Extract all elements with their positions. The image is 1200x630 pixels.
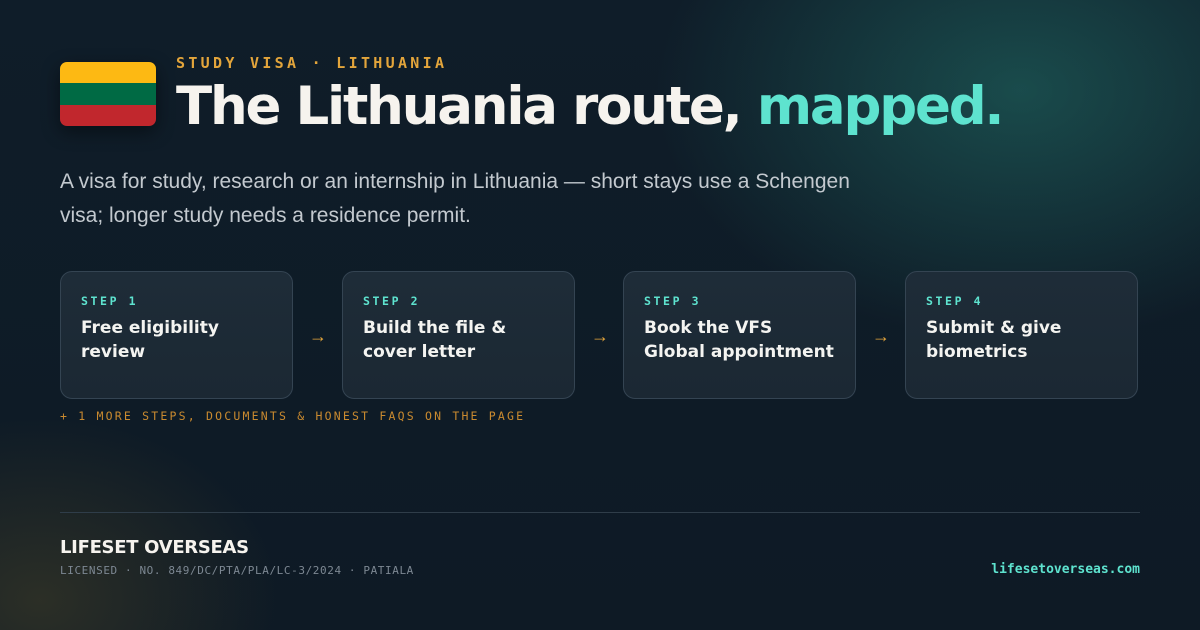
step-number: STEP 4: [926, 294, 984, 308]
step-card-4: STEP 4 Submit & give biometrics: [905, 271, 1138, 399]
step-number: STEP 3: [644, 294, 702, 308]
step-card-1: STEP 1 Free eligibility review: [60, 271, 293, 399]
flag-stripe-green: [60, 83, 156, 105]
step-card-2: STEP 2 Build the file & cover letter: [342, 271, 575, 399]
arrow-right-icon: →: [872, 326, 890, 346]
flag-stripe-red: [60, 104, 156, 126]
page-title: The Lithuania route, mapped.: [176, 76, 1005, 137]
eyebrow-label: STUDY VISA · LITHUANIA: [176, 54, 448, 72]
step-number: STEP 2: [363, 294, 421, 308]
step-title: Build the file & cover letter: [363, 318, 507, 362]
step-number: STEP 1: [81, 294, 139, 308]
step-title: Free eligibility review: [81, 318, 219, 362]
step-card-3: STEP 3 Book the VFS Global appointment: [623, 271, 856, 399]
footer-divider: [60, 512, 1140, 513]
arrow-right-icon: →: [591, 326, 609, 346]
step-title: Book the VFS Global appointment: [644, 318, 834, 362]
step-title: Submit & give biometrics: [926, 318, 1062, 362]
brand-name: LIFESET OVERSEAS: [60, 537, 249, 558]
website-link[interactable]: lifesetoverseas.com: [991, 562, 1140, 577]
lithuania-flag-icon: [60, 62, 156, 126]
arrow-right-icon: →: [309, 326, 327, 346]
title-accent: mapped.: [756, 76, 1005, 137]
title-main: The Lithuania route,: [176, 76, 743, 137]
license-text: LICENSED · NO. 849/DC/PTA/PLA/LC-3/2024 …: [60, 564, 414, 577]
intro-text: A visa for study, research or an interns…: [60, 170, 850, 227]
flag-stripe-yellow: [60, 62, 156, 84]
more-steps-note: + 1 MORE STEPS, DOCUMENTS & HONEST FAQS …: [60, 409, 526, 423]
